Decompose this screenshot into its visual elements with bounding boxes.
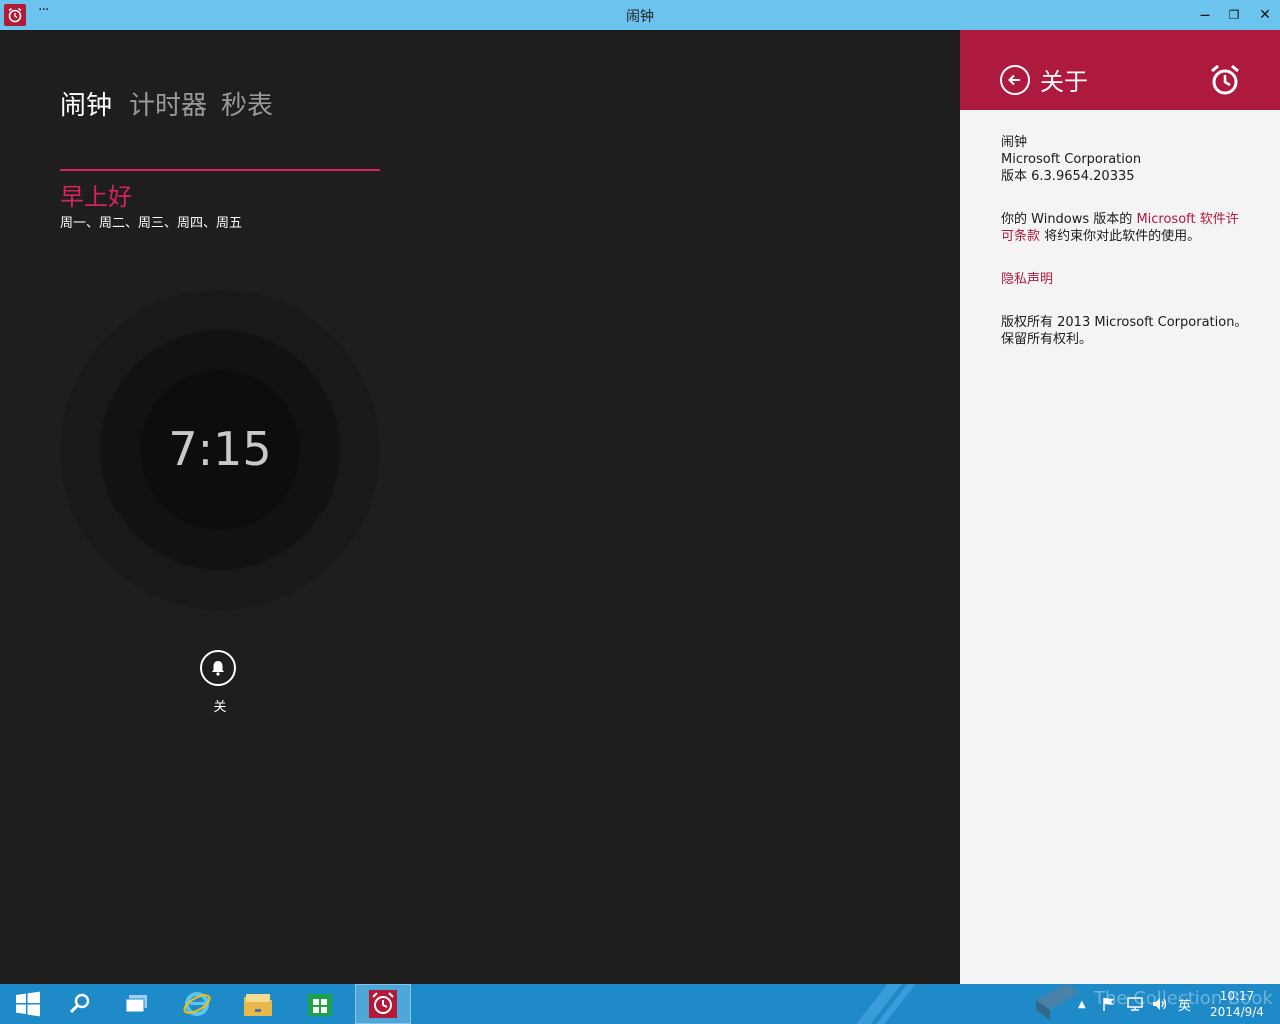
- alarm-name[interactable]: 早上好: [60, 177, 132, 212]
- about-company: Microsoft Corporation: [1001, 152, 1142, 167]
- window-title: 闹钟: [626, 9, 654, 25]
- taskbar: ▲ 英 The Collection Book 10:17 2014/9/4: [0, 984, 1280, 1024]
- about-app-name: 闹钟: [1001, 135, 1028, 150]
- back-button[interactable]: [1000, 65, 1030, 95]
- alarm-toggle-label: 关: [213, 700, 227, 715]
- restore-icon: ❐: [1228, 8, 1240, 22]
- tab-timer[interactable]: 计时器: [129, 85, 207, 122]
- internet-explorer-icon: [183, 992, 211, 1016]
- close-button[interactable]: ✕: [1250, 0, 1280, 30]
- about-pane-header: 关于: [960, 30, 1280, 110]
- start-button[interactable]: [0, 984, 56, 1024]
- store-icon: [308, 994, 332, 1016]
- license-suffix: 将约束你对此软件的使用。: [1040, 229, 1201, 244]
- alarm-app-main: 闹钟 计时器 秒表 早上好 周一、周二、周三、周四、周五 7:15 关: [0, 30, 960, 984]
- alarm-days: 周一、周二、周三、周四、周五: [60, 216, 243, 231]
- show-hidden-icons-button[interactable]: ▲: [1078, 984, 1086, 1024]
- search-icon: [69, 993, 90, 1014]
- bell-icon: [212, 661, 224, 676]
- file-explorer-button[interactable]: [230, 984, 286, 1024]
- restore-button[interactable]: ❐: [1219, 0, 1249, 30]
- taskbar-clock[interactable]: 10:17 2014/9/4: [1204, 988, 1270, 1020]
- minimize-button[interactable]: —: [1190, 0, 1220, 30]
- license-prefix: 你的 Windows 版本的: [1001, 212, 1137, 227]
- clock-date: 2014/9/4: [1210, 1005, 1264, 1019]
- book-watermark-icon: [1036, 984, 1080, 1020]
- tab-stopwatch[interactable]: 秒表: [221, 85, 273, 122]
- task-view-icon: [125, 995, 147, 1013]
- minimize-icon: —: [1200, 9, 1210, 21]
- alarms-taskbar-button[interactable]: [355, 984, 411, 1024]
- clock-time: 10:17: [1219, 989, 1255, 1003]
- alarm-toggle-button[interactable]: [200, 650, 236, 686]
- internet-explorer-button[interactable]: [169, 984, 225, 1024]
- chevron-up-icon: ▲: [1078, 998, 1086, 1010]
- alarm-divider: [60, 169, 380, 171]
- back-arrow-icon: [1008, 74, 1020, 86]
- about-content: 闹钟 Microsoft Corporation 版本 6.3.9654.203…: [1001, 134, 1251, 348]
- about-version: 版本 6.3.9654.20335: [1001, 169, 1135, 184]
- task-view-button[interactable]: [109, 984, 165, 1024]
- file-explorer-icon: [244, 994, 272, 1016]
- tab-alarm[interactable]: 闹钟: [60, 85, 112, 122]
- about-license-text: 你的 Windows 版本的 Microsoft 软件许可条款 将约束你对此软件…: [1001, 211, 1251, 245]
- title-bar: ··· 闹钟 — ❐ ✕: [0, 0, 1280, 30]
- about-copyright: 版权所有 2013 Microsoft Corporation。保留所有权利。: [1001, 315, 1248, 347]
- close-icon: ✕: [1259, 7, 1271, 23]
- alarm-time: 7:15: [168, 422, 272, 476]
- privacy-statement-link[interactable]: 隐私声明: [1001, 271, 1251, 288]
- alarm-clock-icon: [1211, 64, 1239, 95]
- alarms-icon: [369, 990, 397, 1018]
- start-icon: [16, 991, 40, 1017]
- store-button[interactable]: [292, 984, 348, 1024]
- search-button[interactable]: [52, 984, 108, 1024]
- about-title: 关于: [1040, 68, 1088, 96]
- about-pane: 关于 闹钟 Microsoft Corporation 版本 6.3.9654.…: [960, 30, 1280, 984]
